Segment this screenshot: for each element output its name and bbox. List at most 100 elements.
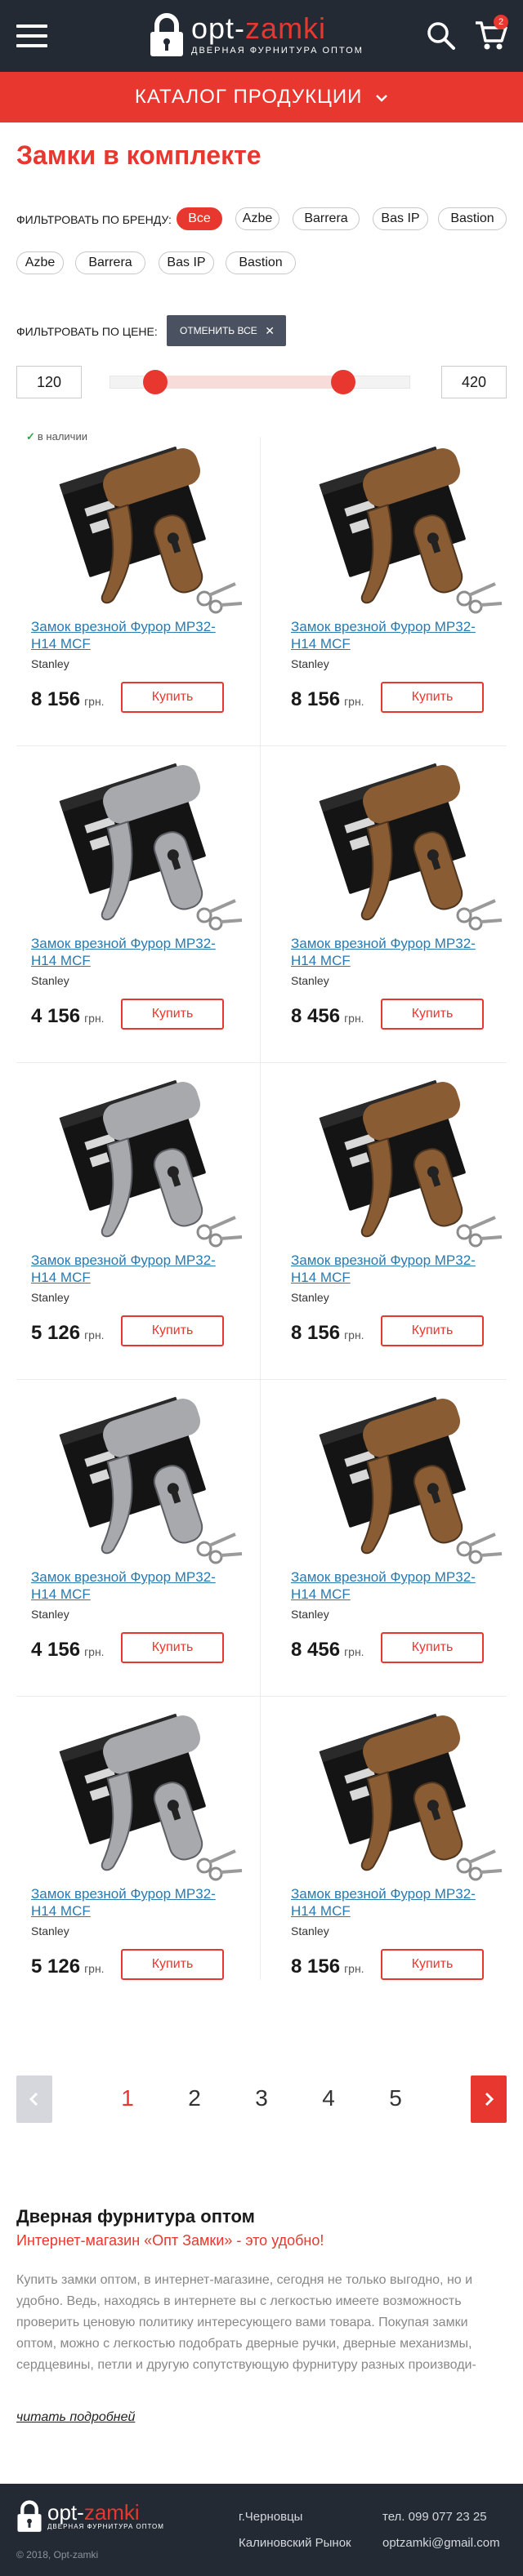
price-max-input[interactable]: 420 [441, 366, 507, 398]
product-price: 8 156 грн. [291, 688, 364, 711]
product-brand: Stanley [31, 1608, 69, 1621]
product-image-link[interactable] [31, 760, 252, 940]
product-name-link[interactable]: Замок врезной Фурор МР32-Н14 MCF [31, 1568, 235, 1603]
buy-button[interactable]: Купить [121, 999, 224, 1030]
product-card[interactable]: Замок врезной Фурор МР32-Н14 MCF Stanley 8… [276, 429, 521, 739]
product-image-link[interactable] [291, 1394, 512, 1573]
buy-button[interactable]: Купить [121, 1632, 224, 1663]
product-grid: ✓ в наличии Замок врезной Фурор МР32-Н14 M… [0, 429, 523, 2013]
product-price-currency: грн. [344, 695, 364, 708]
product-price: 5 126 грн. [31, 1955, 105, 1978]
buy-button[interactable]: Купить [381, 1632, 484, 1663]
price-min-input[interactable]: 120 [16, 366, 82, 398]
product-image-link[interactable] [291, 1077, 512, 1257]
product-price: 8 156 грн. [31, 688, 105, 711]
product-name-link[interactable]: Замок врезной Фурор МР32-Н14 MCF [31, 618, 235, 652]
footer-phone[interactable]: тел. 099 077 23 25 [382, 2510, 487, 2524]
product-card[interactable]: ✓ в наличии Замок врезной Фурор МР32-Н14 M… [16, 429, 262, 739]
brand-chip-barrera[interactable]: Barrera [293, 207, 360, 230]
product-brand: Stanley [291, 974, 329, 987]
chevron-left-icon [29, 2092, 38, 2107]
pagination-page-1[interactable]: 1 [111, 2085, 144, 2111]
product-card[interactable]: Замок врезной Фурор МР32-Н14 MCF Stanley 5… [16, 1696, 262, 2006]
product-image-link[interactable] [291, 1711, 512, 1890]
buy-button[interactable]: Купить [121, 1315, 224, 1346]
price-slider[interactable] [110, 370, 410, 394]
product-image [319, 446, 503, 614]
product-price: 8 456 грн. [291, 1639, 364, 1662]
product-card[interactable]: Замок врезной Фурор МР32-Н14 MCF Stanley 4… [16, 1379, 262, 1689]
chevron-right-icon [485, 2092, 494, 2107]
footer-logo[interactable]: opt-zamki ДВЕРНАЯ ФУРНИТУРА ОПТОМ [16, 2500, 180, 2536]
buy-button[interactable]: Купить [381, 1949, 484, 1980]
pagination-prev-button[interactable] [16, 2075, 52, 2123]
catalog-toggle-button[interactable]: КАТАЛОГ ПРОДУКЦИИ [0, 72, 523, 122]
brand-chip-bas-ip[interactable]: Bas IP [159, 251, 214, 274]
product-price-value: 8 456 [291, 1639, 341, 1661]
product-image-link[interactable] [31, 443, 252, 623]
pagination-page-3[interactable]: 3 [245, 2085, 278, 2111]
product-name-link[interactable]: Замок врезной Фурор МР32-Н14 MCF [291, 1885, 495, 1920]
brand-filter-label: ФИЛЬТРОВАТЬ ПО БРЕНДУ: [16, 213, 172, 226]
product-card[interactable]: Замок врезной Фурор МР32-Н14 MCF Stanley 8… [276, 1062, 521, 1373]
buy-button[interactable]: Купить [381, 682, 484, 713]
product-card[interactable]: Замок врезной Фурор МР32-Н14 MCF Stanley 8… [276, 745, 521, 1056]
product-name-link[interactable]: Замок врезной Фурор МР32-Н14 MCF [291, 935, 495, 969]
pagination-page-4[interactable]: 4 [312, 2085, 345, 2111]
hamburger-menu-icon[interactable] [16, 24, 47, 47]
product-name-link[interactable]: Замок врезной Фурор МР32-Н14 MCF [291, 1252, 495, 1286]
buy-button[interactable]: Купить [121, 682, 224, 713]
product-name-link[interactable]: Замок врезной Фурор МР32-Н14 MCF [291, 618, 495, 652]
brand-chip-barrera[interactable]: Barrera [75, 251, 145, 274]
brand-chip-azbe[interactable]: Azbe [16, 251, 64, 274]
product-name-link[interactable]: Замок врезной Фурор МР32-Н14 MCF [31, 1252, 235, 1286]
product-price: 8 156 грн. [291, 1955, 364, 1978]
site-footer: opt-zamki ДВЕРНАЯ ФУРНИТУРА ОПТОМ © 2018… [0, 2484, 523, 2576]
product-price-value: 8 456 [291, 1005, 341, 1027]
product-price-currency: грн. [84, 1328, 105, 1341]
read-more-link[interactable]: читать подробней [16, 2410, 135, 2425]
product-name-link[interactable]: Замок врезной Фурор МР32-Н14 MCF [31, 935, 235, 969]
product-name-link[interactable]: Замок врезной Фурор МР32-Н14 MCF [31, 1885, 235, 1920]
product-name-link[interactable]: Замок врезной Фурор МР32-Н14 MCF [291, 1568, 495, 1603]
product-image-link[interactable] [31, 1077, 252, 1257]
in-stock-label: в наличии [37, 430, 87, 443]
product-price-value: 8 156 [31, 688, 81, 710]
product-image-link[interactable] [291, 760, 512, 940]
brand-chip-all[interactable]: Все [177, 207, 222, 230]
product-card[interactable]: Замок врезной Фурор МР32-Н14 MCF Stanley 8… [276, 1379, 521, 1689]
product-card[interactable]: Замок врезной Фурор МР32-Н14 MCF Stanley 4… [16, 745, 262, 1056]
product-card[interactable]: Замок врезной Фурор МР32-Н14 MCF Stanley 5… [16, 1062, 262, 1373]
reset-filters-button[interactable]: ОТМЕНИТЬ ВСЕ ✕ [167, 315, 286, 346]
pagination-page-5[interactable]: 5 [379, 2085, 412, 2111]
buy-button[interactable]: Купить [121, 1949, 224, 1980]
product-image-link[interactable] [291, 443, 512, 623]
checkmark-icon: ✓ [26, 430, 35, 443]
product-price-currency: грн. [344, 1328, 364, 1341]
search-icon[interactable] [427, 21, 456, 51]
product-price-currency: грн. [344, 1012, 364, 1025]
brand-chip-bastion[interactable]: Bastion [226, 251, 296, 274]
product-image-link[interactable] [31, 1711, 252, 1890]
price-filter-label: ФИЛЬТРОВАТЬ ПО ЦЕНЕ: [16, 325, 158, 338]
product-image-link[interactable] [31, 1394, 252, 1573]
pagination-next-button[interactable] [471, 2075, 507, 2123]
brand-chip-bas-ip[interactable]: Bas IP [373, 207, 428, 230]
brand-chip-azbe[interactable]: Azbe [235, 207, 279, 230]
pagination-page-2[interactable]: 2 [178, 2085, 211, 2111]
footer-email[interactable]: optzamki@gmail.com [382, 2536, 500, 2550]
product-price: 8 156 грн. [291, 1322, 364, 1345]
price-slider-min-handle[interactable] [143, 370, 168, 394]
product-price-currency: грн. [344, 1962, 364, 1975]
site-logo[interactable]: opt-zamki ДВЕРНАЯ ФУРНИТУРА ОПТОМ [149, 11, 369, 59]
buy-button[interactable]: Купить [381, 1315, 484, 1346]
product-price-currency: грн. [84, 695, 105, 708]
footer-address: Калиновский Рынок [239, 2536, 351, 2550]
product-price-currency: грн. [84, 1962, 105, 1975]
price-slider-max-handle[interactable] [331, 370, 355, 394]
brand-chip-bastion[interactable]: Bastion [438, 207, 507, 230]
product-card[interactable]: Замок врезной Фурор МР32-Н14 MCF Stanley 8… [276, 1696, 521, 2006]
buy-button[interactable]: Купить [381, 999, 484, 1030]
pagination: 1 2 3 4 5 [0, 2075, 523, 2124]
catalog-label: КАТАЛОГ ПРОДУКЦИИ [134, 86, 363, 108]
